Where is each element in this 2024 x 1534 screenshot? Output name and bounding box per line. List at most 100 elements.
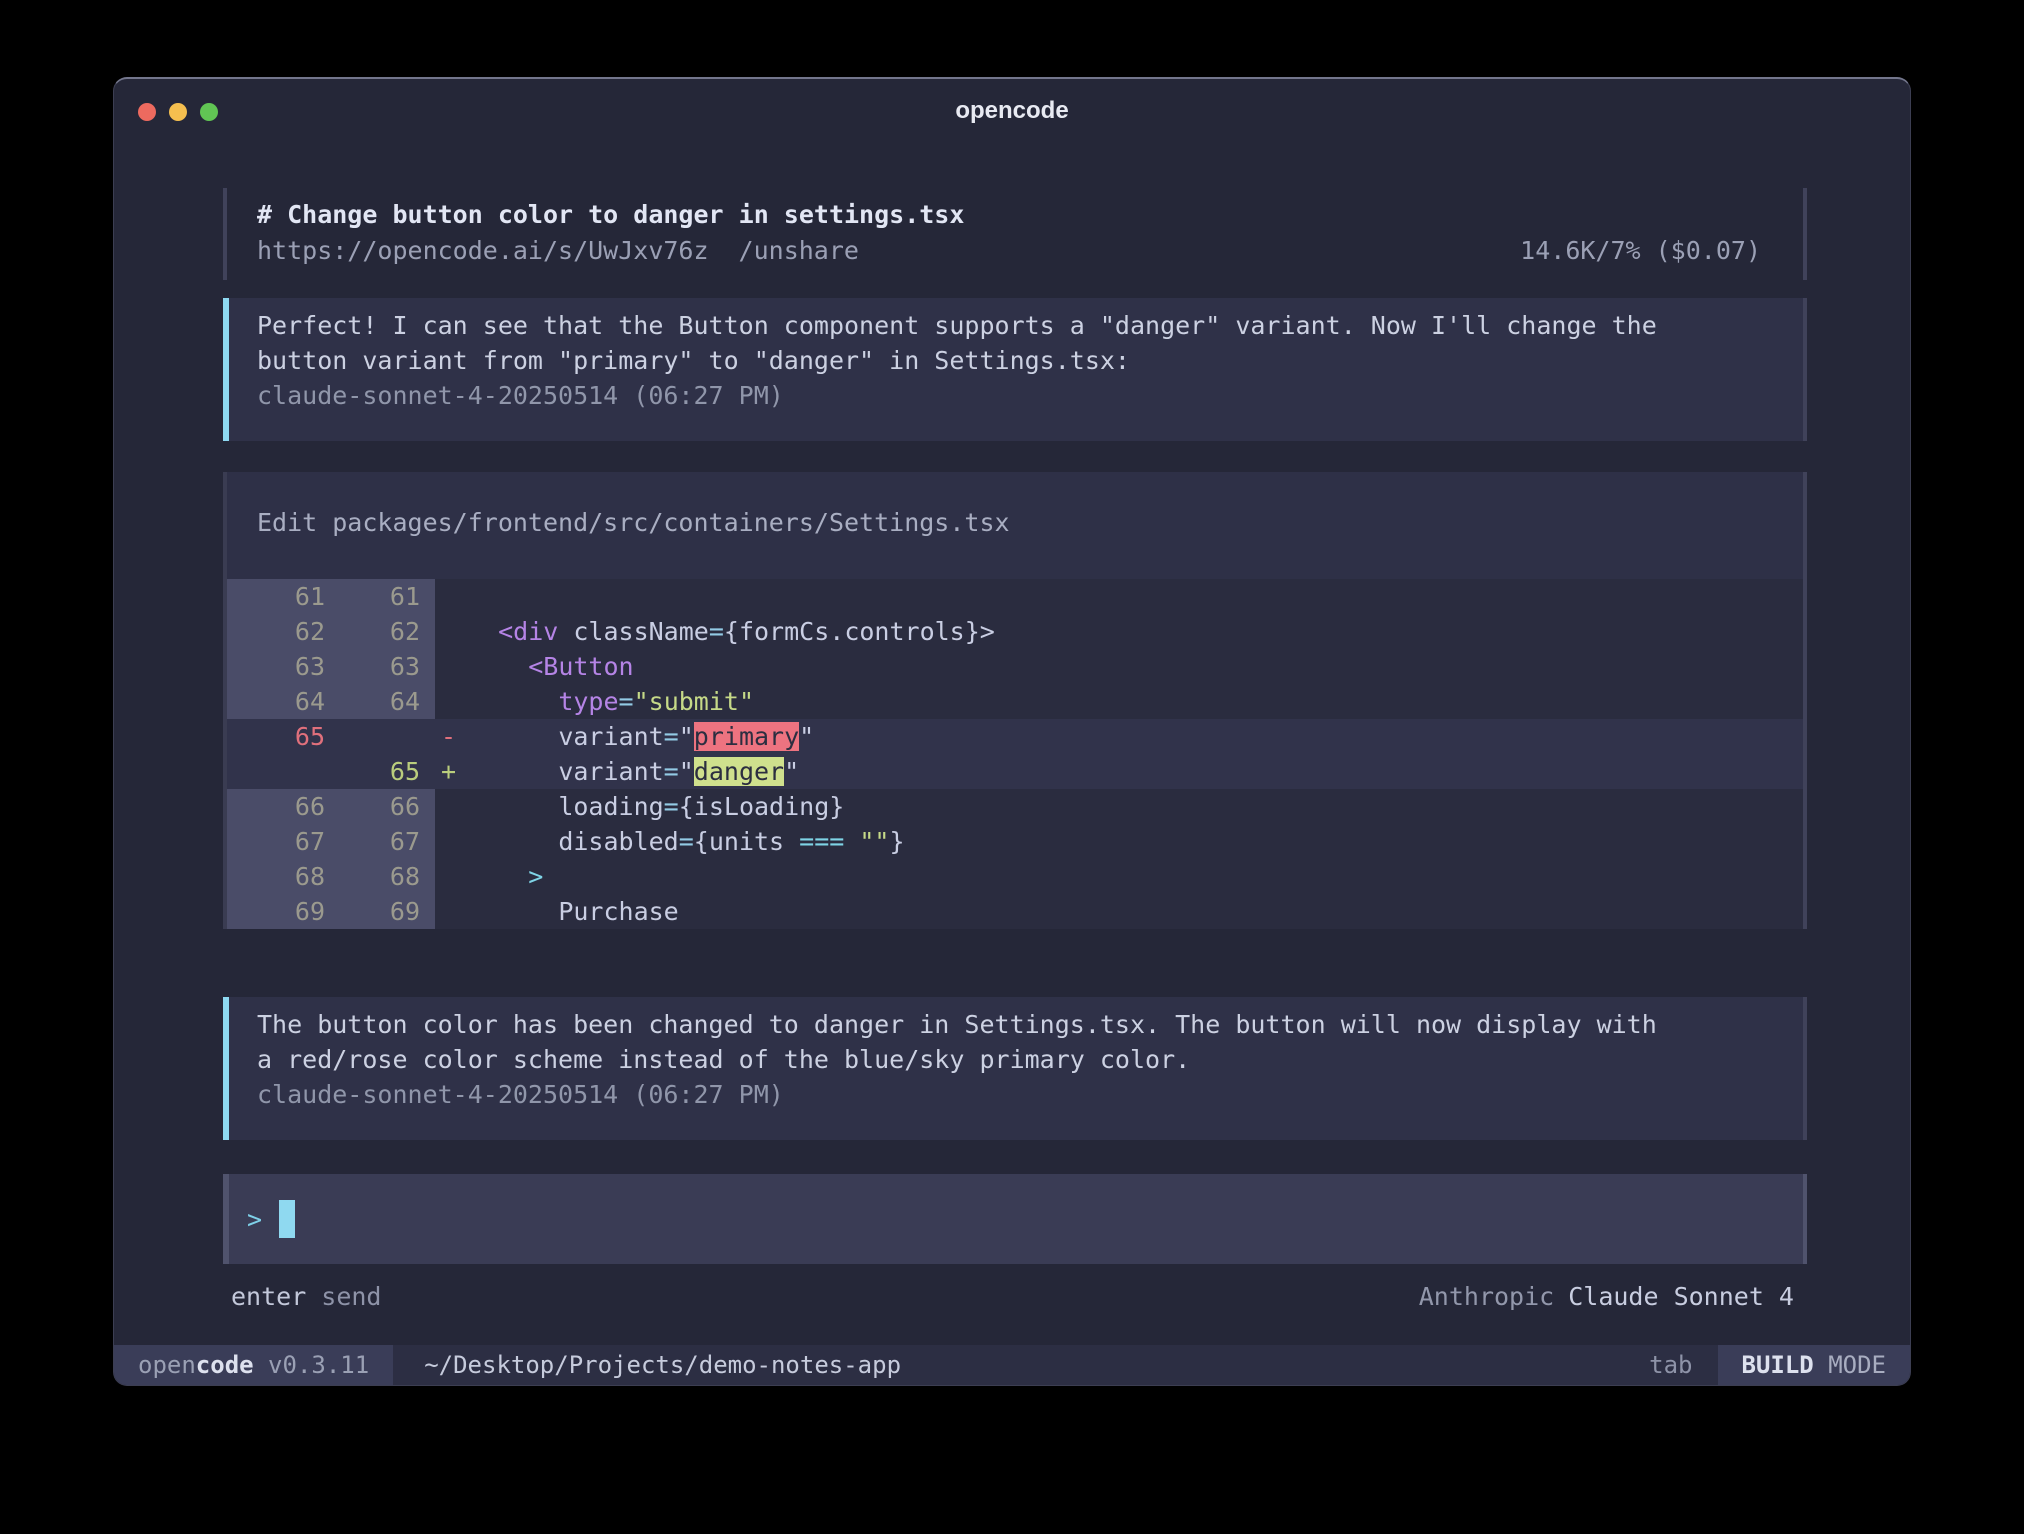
diff-row: 6969 Purchase (227, 894, 1803, 929)
code-token (468, 792, 558, 821)
code-token (468, 687, 558, 716)
diff-marker (435, 684, 468, 719)
app-version-chip: opencode v0.3.11 (114, 1345, 393, 1385)
code-token (844, 827, 859, 856)
code-token: Purchase (558, 897, 678, 926)
code-token: = (709, 617, 724, 646)
status-bar: opencode v0.3.11 ~/Desktop/Projects/demo… (114, 1345, 1910, 1385)
code-token: variant (558, 757, 663, 786)
code-token: " (679, 722, 694, 751)
line-number-old: 69 (227, 894, 325, 929)
diff-marker (435, 649, 468, 684)
code-token (468, 722, 558, 751)
message-text-line: button variant from "primary" to "danger… (257, 343, 1803, 378)
working-directory: ~/Desktop/Projects/demo-notes-app (424, 1345, 901, 1385)
diff-view: 61616262 <div className={formCs.controls… (227, 579, 1803, 929)
diff-row: 6161 (227, 579, 1803, 614)
diff-marker (435, 894, 468, 929)
diff-marker (435, 824, 468, 859)
code-token: danger (694, 757, 784, 786)
unshare-command[interactable]: /unshare (739, 236, 859, 265)
line-number-old: 64 (227, 684, 325, 719)
message-text-line: a red/rose color scheme instead of the b… (257, 1042, 1803, 1077)
line-number-old: 66 (227, 789, 325, 824)
diff-marker (435, 859, 468, 894)
line-number-old: 61 (227, 579, 325, 614)
diff-row: 65- variant="primary" (227, 719, 1803, 754)
code-token (468, 617, 498, 646)
code-token: loading (558, 792, 663, 821)
session-header: # Change button color to danger in setti… (223, 188, 1807, 280)
code-line: loading={isLoading} (468, 789, 844, 824)
mode-chip: BUILD MODE (1718, 1345, 1911, 1385)
code-token: {isLoading} (679, 792, 845, 821)
message-meta: claude-sonnet-4-20250514 (06:27 PM) (257, 378, 1803, 413)
diff-row: 6262 <div className={formCs.controls}> (227, 614, 1803, 649)
text-cursor (279, 1200, 295, 1238)
code-token: = (664, 757, 679, 786)
code-token (468, 827, 558, 856)
code-token: "submit" (634, 687, 754, 716)
code-line: Purchase (468, 894, 679, 929)
diff-marker: - (435, 719, 468, 754)
code-token (468, 757, 558, 786)
code-token: = (664, 792, 679, 821)
code-token (468, 652, 528, 681)
line-number-old (227, 754, 325, 789)
line-number-new: 63 (325, 649, 435, 684)
model-name: Claude Sonnet 4 (1568, 1282, 1794, 1311)
diff-row: 6767 disabled={units === ""} (227, 824, 1803, 859)
mode-label-bold: BUILD (1742, 1351, 1814, 1379)
code-token: " (799, 722, 814, 751)
code-token: " (784, 757, 799, 786)
code-token: = (679, 827, 694, 856)
title-bar: opencode (114, 79, 1910, 137)
provider-name: Anthropic (1419, 1282, 1554, 1311)
diff-marker (435, 789, 468, 824)
app-window: opencode # Change button color to danger… (113, 77, 1911, 1386)
line-number-old: 68 (227, 859, 325, 894)
code-token: primary (694, 722, 799, 751)
diff-row: 6363 <Button (227, 649, 1803, 684)
diff-marker (435, 579, 468, 614)
send-action-hint: send (321, 1282, 381, 1311)
code-line: type="submit" (468, 684, 754, 719)
app-name-bold: code (196, 1351, 254, 1379)
code-token (468, 897, 558, 926)
line-number-new: 65 (325, 754, 435, 789)
code-token: = (664, 722, 679, 751)
code-line: <Button (468, 649, 634, 684)
share-url[interactable]: https://opencode.ai/s/UwJxv76z (257, 236, 709, 265)
line-number-old: 63 (227, 649, 325, 684)
code-token: <div (498, 617, 558, 646)
diff-row: 65+ variant="danger" (227, 754, 1803, 789)
code-token: = (619, 687, 634, 716)
code-token: disabled (558, 827, 678, 856)
diff-row: 6666 loading={isLoading} (227, 789, 1803, 824)
prompt-input[interactable]: > (223, 1174, 1807, 1264)
line-number-old: 62 (227, 614, 325, 649)
code-token: "" (859, 827, 889, 856)
enter-key-hint: enter (231, 1282, 306, 1311)
code-line: disabled={units === ""} (468, 824, 905, 859)
diff-marker: + (435, 754, 468, 789)
code-token: " (679, 757, 694, 786)
edit-tool-block: Edit packages/frontend/src/containers/Se… (223, 472, 1807, 929)
line-number-new (325, 719, 435, 754)
code-token: } (889, 827, 904, 856)
code-line: variant="primary" (468, 719, 814, 754)
context-stats: 14.6K/7% ($0.07) (1520, 233, 1761, 269)
line-number-new: 62 (325, 614, 435, 649)
window-title: opencode (114, 97, 1910, 125)
code-token: === (799, 827, 844, 856)
code-line: > (468, 859, 543, 894)
message-text-line: The button color has been changed to dan… (257, 1007, 1803, 1042)
code-token: <Button (528, 652, 633, 681)
session-title: # Change button color to danger in setti… (257, 197, 1803, 233)
line-number-new: 61 (325, 579, 435, 614)
diff-marker (435, 614, 468, 649)
message-meta: claude-sonnet-4-20250514 (06:27 PM) (257, 1077, 1803, 1112)
diff-row: 6868 > (227, 859, 1803, 894)
mode-label-rest: MODE (1814, 1351, 1886, 1379)
hint-row: enter send Anthropic Claude Sonnet 4 (114, 1279, 1910, 1315)
